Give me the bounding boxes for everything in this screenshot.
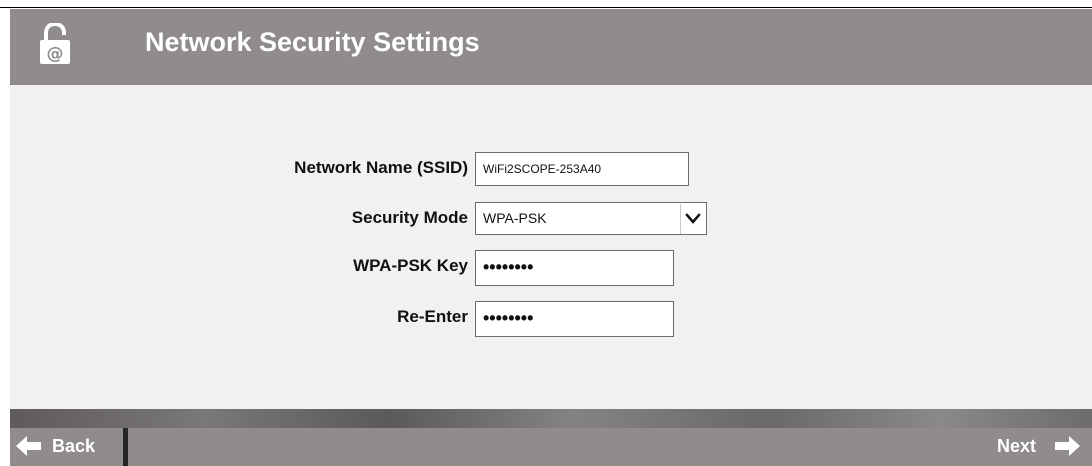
ssid-input[interactable]: WiFi2SCOPE-253A40 bbox=[475, 152, 689, 186]
back-button[interactable]: Back bbox=[10, 428, 120, 466]
svg-text:@: @ bbox=[47, 44, 64, 64]
next-button[interactable]: Next bbox=[982, 428, 1092, 466]
back-divider bbox=[123, 428, 128, 466]
network-security-settings-page: @ Network Security Settings Network Name… bbox=[0, 0, 1092, 466]
wpa-psk-key-label: WPA-PSK Key bbox=[353, 256, 468, 275]
left-margin bbox=[0, 8, 10, 466]
security-mode-value: WPA-PSK bbox=[483, 210, 547, 226]
re-enter-value: •••••••• bbox=[483, 308, 534, 328]
wpa-psk-key-row: WPA-PSK Key •••••••• bbox=[10, 249, 1092, 286]
re-enter-input[interactable]: •••••••• bbox=[475, 301, 674, 337]
chevron-down-icon bbox=[685, 213, 701, 224]
select-arrow[interactable] bbox=[680, 204, 705, 234]
back-label: Back bbox=[52, 436, 96, 456]
security-mode-label: Security Mode bbox=[351, 208, 468, 227]
re-enter-row: Re-Enter •••••••• bbox=[10, 300, 1092, 337]
re-enter-label: Re-Enter bbox=[397, 307, 468, 326]
footer-bar bbox=[10, 428, 1092, 466]
arrow-left-icon bbox=[16, 436, 41, 456]
top-rule bbox=[0, 7, 1092, 8]
lock-icon: @ bbox=[40, 23, 70, 64]
ssid-label: Network Name (SSID) bbox=[294, 158, 468, 177]
navigation-footer: Back Next bbox=[10, 409, 1092, 466]
page-title: Network Security Settings bbox=[145, 27, 480, 57]
wpa-psk-key-value: •••••••• bbox=[483, 257, 534, 277]
next-label: Next bbox=[997, 436, 1037, 456]
ssid-row: Network Name (SSID) WiFi2SCOPE-253A40 bbox=[10, 151, 1092, 187]
wpa-psk-key-input[interactable]: •••••••• bbox=[475, 250, 674, 286]
arrow-right-icon bbox=[1055, 436, 1080, 456]
settings-panel: Network Name (SSID) WiFi2SCOPE-253A40 Se… bbox=[10, 85, 1092, 409]
page-header: @ Network Security Settings bbox=[10, 9, 1092, 85]
security-mode-row: Security Mode WPA-PSK bbox=[10, 201, 1092, 237]
ssid-value: WiFi2SCOPE-253A40 bbox=[483, 162, 602, 176]
security-mode-select[interactable]: WPA-PSK bbox=[475, 202, 707, 235]
footer-texture bbox=[10, 409, 1092, 428]
